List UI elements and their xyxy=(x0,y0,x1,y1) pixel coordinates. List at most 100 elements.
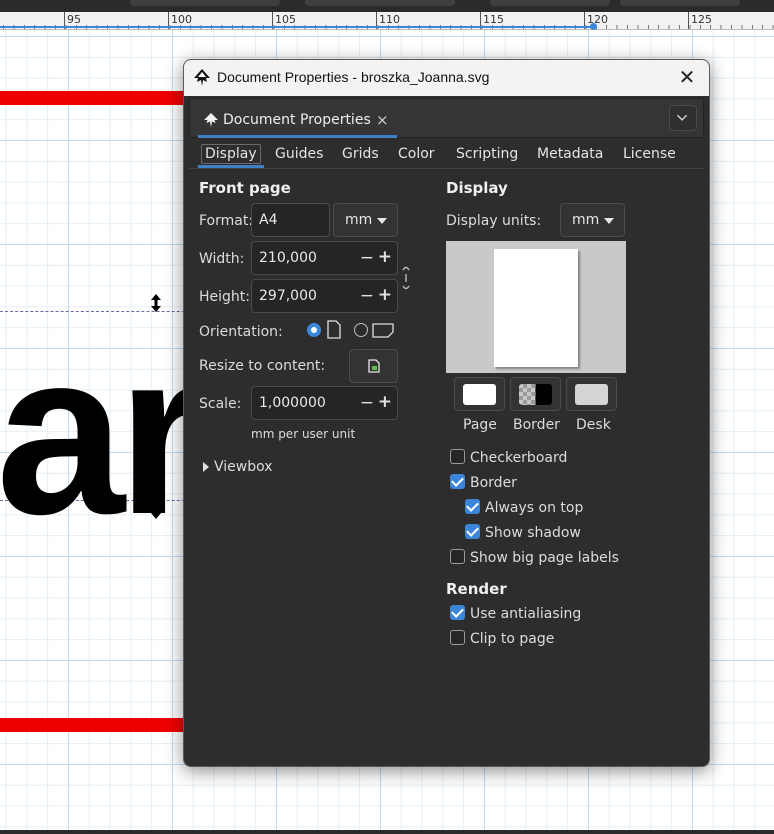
inkscape-logo-icon xyxy=(204,113,218,127)
width-spinbox[interactable]: 210,000 − + xyxy=(251,241,398,275)
tab-guides[interactable]: Guides xyxy=(275,146,323,162)
page-color-swatch xyxy=(463,384,496,405)
ruler-label: 125 xyxy=(691,13,712,26)
window-bottom-strip xyxy=(0,830,774,834)
swatch-label-desk: Desk xyxy=(576,417,611,433)
show-shadow-label: Show shadow xyxy=(485,525,581,541)
red-stroke-bottom[interactable] xyxy=(0,718,200,732)
display-units-dropdown[interactable]: mm xyxy=(560,203,625,237)
scale-value: 1,000000 xyxy=(259,395,326,411)
tab-label: Document Properties xyxy=(223,112,371,128)
tab-color[interactable]: Color xyxy=(398,146,435,162)
document-properties-dialog: Document Properties - broszka_Joanna.svg… xyxy=(183,59,710,767)
page-preview-sheet xyxy=(494,249,578,367)
border-checkbox[interactable] xyxy=(450,474,465,489)
scale-handle-bottom[interactable] xyxy=(150,501,162,519)
format-field[interactable]: A4 xyxy=(251,203,330,237)
scale-spinbox[interactable]: 1,000000 − + xyxy=(251,386,398,420)
resize-to-content-label: Resize to content: xyxy=(199,358,326,374)
clip-to-page-checkbox[interactable] xyxy=(450,630,465,645)
border-color-swatch xyxy=(519,384,552,405)
dropdown-caret-icon xyxy=(377,218,387,224)
always-on-top-label: Always on top xyxy=(485,500,584,516)
display-units-value: mm xyxy=(572,212,600,228)
border-label: Border xyxy=(470,475,517,491)
display-units-label: Display units: xyxy=(446,213,542,229)
swatch-label-border: Border xyxy=(513,417,560,433)
show-shadow-checkbox[interactable] xyxy=(465,524,480,539)
desk-color-swatch xyxy=(575,384,608,405)
tab-document-properties[interactable]: Document Properties × xyxy=(198,102,397,138)
landscape-page-icon xyxy=(372,323,394,338)
ruler-label: 95 xyxy=(67,13,81,26)
increment-icon[interactable]: + xyxy=(378,247,392,267)
ruler-cursor-marker xyxy=(590,23,597,30)
clip-to-page-label: Clip to page xyxy=(470,631,555,647)
checkerboard-checkbox[interactable] xyxy=(450,449,465,464)
toolbar-segment xyxy=(305,0,455,6)
scale-unit-caption: mm per user unit xyxy=(251,427,356,441)
toolbar-segment xyxy=(130,0,280,6)
border-color-button[interactable] xyxy=(510,377,561,411)
scale-label: Scale: xyxy=(199,396,242,412)
increment-icon[interactable]: + xyxy=(378,285,392,305)
front-page-heading: Front page xyxy=(199,179,291,197)
inkscape-logo-icon xyxy=(194,69,210,86)
ruler-label: 100 xyxy=(171,13,192,26)
dock-tab-bar: Document Properties × xyxy=(189,98,704,138)
canvas-text-object[interactable]: ar xyxy=(0,318,207,550)
decrement-icon[interactable]: − xyxy=(360,286,374,306)
dialog-titlebar[interactable]: Document Properties - broszka_Joanna.svg… xyxy=(184,60,709,96)
use-antialiasing-checkbox[interactable] xyxy=(450,605,465,620)
toolbar-segment xyxy=(620,0,740,6)
window-top-strip xyxy=(0,0,774,12)
width-label: Width: xyxy=(199,251,245,267)
scale-handle-top[interactable] xyxy=(150,294,162,312)
page-color-button[interactable] xyxy=(454,377,505,411)
height-spinbox[interactable]: 297,000 − + xyxy=(251,279,398,313)
resize-page-icon xyxy=(368,359,380,373)
tab-scripting[interactable]: Scripting xyxy=(456,146,518,162)
desk-color-button[interactable] xyxy=(566,377,617,411)
portrait-page-icon xyxy=(327,320,341,339)
dock-menu-button[interactable] xyxy=(669,105,697,131)
chevron-down-icon xyxy=(676,114,688,121)
format-label: Format: xyxy=(199,213,254,229)
landscape-radio[interactable] xyxy=(354,323,368,337)
ruler-cursor-indicator xyxy=(0,26,596,28)
tab-grids[interactable]: Grids xyxy=(342,146,379,162)
checkerboard-label: Checkerboard xyxy=(470,450,568,466)
resize-to-content-button[interactable] xyxy=(349,349,398,383)
page-units-value: mm xyxy=(345,212,373,228)
orientation-label: Orientation: xyxy=(199,324,283,340)
chevron-right-icon xyxy=(203,462,209,472)
toolbar-segment xyxy=(490,0,610,6)
height-label: Height: xyxy=(199,289,250,305)
height-value: 297,000 xyxy=(259,288,317,304)
page-units-dropdown[interactable]: mm xyxy=(333,203,398,237)
always-on-top-checkbox[interactable] xyxy=(465,499,480,514)
red-stroke-top[interactable] xyxy=(0,91,200,105)
decrement-icon[interactable]: − xyxy=(360,393,374,413)
width-value: 210,000 xyxy=(259,250,317,266)
show-big-page-labels-checkbox[interactable] xyxy=(450,549,465,564)
ruler-label: 110 xyxy=(379,13,400,26)
tab-license[interactable]: License xyxy=(623,146,676,162)
decrement-icon[interactable]: − xyxy=(360,248,374,268)
show-big-page-labels-label: Show big page labels xyxy=(470,550,619,566)
close-icon[interactable]: ✕ xyxy=(677,67,697,87)
swatch-label-page: Page xyxy=(463,417,497,433)
horizontal-ruler[interactable]: 95 100 105 110 115 120 125 xyxy=(0,12,774,30)
page-preview xyxy=(446,241,626,373)
tabs-divider xyxy=(189,168,704,169)
display-heading: Display xyxy=(446,179,508,197)
tab-active-indicator xyxy=(198,135,397,138)
ruler-label: 115 xyxy=(483,13,504,26)
tab-metadata[interactable]: Metadata xyxy=(537,146,603,162)
chain-link-icon[interactable] xyxy=(400,263,412,293)
increment-icon[interactable]: + xyxy=(378,392,392,412)
tab-close-icon[interactable]: × xyxy=(376,111,389,129)
tab-display[interactable]: Display xyxy=(198,144,264,168)
portrait-radio[interactable] xyxy=(307,323,321,337)
ruler-label: 105 xyxy=(275,13,296,26)
